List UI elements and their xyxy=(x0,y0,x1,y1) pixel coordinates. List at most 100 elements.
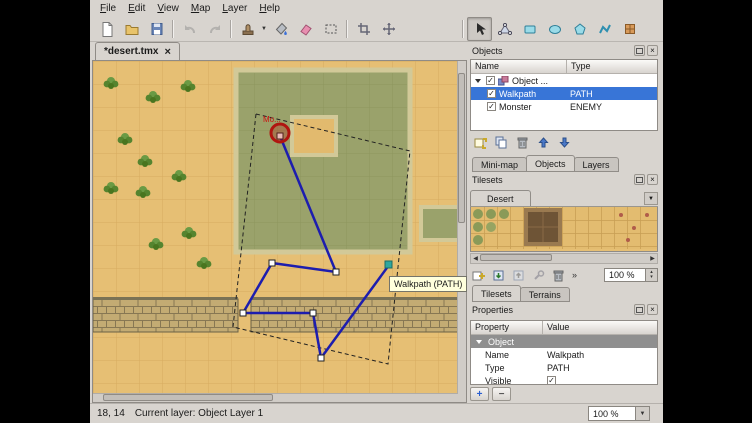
horizontal-scroll-thumb[interactable] xyxy=(103,394,273,401)
objects-dock-header: Objects × xyxy=(470,44,658,57)
open-file-button[interactable] xyxy=(119,17,144,41)
column-header-type[interactable]: Type xyxy=(567,60,657,74)
menu-help[interactable]: Help xyxy=(253,2,286,15)
scroll-right-arrow[interactable]: ▶ xyxy=(648,255,657,262)
undo-button[interactable] xyxy=(177,17,202,41)
properties-dock-title: Properties xyxy=(470,305,632,315)
export-tileset-button[interactable] xyxy=(510,268,527,283)
tileset-scrollbar[interactable]: ◀ ▶ xyxy=(470,253,658,264)
expander-icon[interactable] xyxy=(475,79,481,83)
offset-map-button[interactable] xyxy=(376,17,401,41)
property-group-object[interactable]: Object xyxy=(471,335,657,348)
property-row-name[interactable]: Name Walkpath xyxy=(471,348,657,361)
tileset-image[interactable] xyxy=(471,207,657,249)
map-editor-pane: *desert.tmx × xyxy=(90,41,467,403)
import-tileset-button[interactable] xyxy=(490,268,507,283)
stamp-brush-button[interactable] xyxy=(235,17,260,41)
tab-objects[interactable]: Objects xyxy=(526,155,575,172)
tab-terrains[interactable]: Terrains xyxy=(520,287,570,302)
new-map-button[interactable] xyxy=(94,17,119,41)
layer-visible-checkbox[interactable] xyxy=(486,76,495,85)
object-layer-row[interactable]: Object ... xyxy=(471,74,657,87)
monster-object-row[interactable]: Monster ENEMY xyxy=(471,100,657,113)
add-property-button[interactable]: + xyxy=(470,387,489,401)
float-dock-button[interactable] xyxy=(634,304,645,315)
float-dock-button[interactable] xyxy=(634,174,645,185)
properties-actions: + − xyxy=(470,385,658,403)
add-object-layer-button[interactable] xyxy=(472,135,489,150)
document-tab-desert[interactable]: *desert.tmx × xyxy=(95,42,180,60)
zoom-dropdown-arrow[interactable]: ▼ xyxy=(635,407,649,420)
rectangular-select-button[interactable] xyxy=(318,17,343,41)
tileset-zoom-combobox[interactable]: 100 % ▴▾ xyxy=(604,268,658,282)
edit-polygons-button[interactable] xyxy=(492,17,517,41)
spin-down-icon[interactable]: ▾ xyxy=(650,275,653,280)
zoom-spinner[interactable]: ▴▾ xyxy=(645,269,657,281)
tab-mini-map[interactable]: Mini-map xyxy=(472,157,527,172)
float-dock-button[interactable] xyxy=(634,45,645,56)
tab-tilesets[interactable]: Tilesets xyxy=(472,285,521,302)
tileset-dropdown-arrow[interactable]: ▼ xyxy=(644,192,658,205)
raise-object-button[interactable] xyxy=(535,135,552,150)
bucket-fill-button[interactable] xyxy=(268,17,293,41)
map-canvas-viewport[interactable]: Mo... xyxy=(92,60,467,403)
close-dock-button[interactable]: × xyxy=(647,304,658,315)
toolbar-overflow-button[interactable]: » xyxy=(570,270,579,280)
expander-icon[interactable] xyxy=(476,340,482,344)
insert-rectangle-button[interactable] xyxy=(517,17,542,41)
column-header-name[interactable]: Name xyxy=(471,60,567,74)
remove-property-button[interactable]: − xyxy=(492,387,511,401)
crop-button[interactable] xyxy=(351,17,376,41)
remove-object-button[interactable] xyxy=(514,135,531,150)
tab-layers[interactable]: Layers xyxy=(574,157,619,172)
monster-marker[interactable] xyxy=(271,124,289,142)
insert-polyline-button[interactable] xyxy=(592,17,617,41)
insert-polygon-button[interactable] xyxy=(567,17,592,41)
scroll-left-arrow[interactable]: ◀ xyxy=(471,255,480,262)
column-header-value[interactable]: Value xyxy=(543,321,657,335)
zoom-combobox[interactable]: 100 % ▼ xyxy=(588,406,650,421)
tileset-properties-button[interactable] xyxy=(530,268,547,283)
walkpath-object-row[interactable]: Walkpath PATH xyxy=(471,87,657,100)
walkpath-visible-checkbox[interactable] xyxy=(487,89,496,98)
lower-object-button[interactable] xyxy=(556,135,573,150)
monster-object-type: ENEMY xyxy=(567,102,657,112)
close-dock-button[interactable]: × xyxy=(647,45,658,56)
eraser-button[interactable] xyxy=(293,17,318,41)
tab-close-icon[interactable]: × xyxy=(164,47,170,57)
menu-view[interactable]: View xyxy=(151,2,185,15)
duplicate-objects-button[interactable] xyxy=(493,135,510,150)
properties-table: Property Value Object Name Walkpath Type… xyxy=(470,320,658,385)
property-name-label: Name xyxy=(471,350,543,360)
visible-checkbox[interactable] xyxy=(547,376,556,385)
selected-node[interactable] xyxy=(385,261,392,268)
tileset-zoom-value: 100 % xyxy=(605,270,645,280)
remove-tileset-button[interactable] xyxy=(550,268,567,283)
monster-visible-checkbox[interactable] xyxy=(487,102,496,111)
insert-tile-button[interactable] xyxy=(617,17,642,41)
save-file-button[interactable] xyxy=(144,17,169,41)
property-row-visible[interactable]: Visible xyxy=(471,374,657,385)
insert-ellipse-button[interactable] xyxy=(542,17,567,41)
tileset-view[interactable] xyxy=(470,207,658,252)
column-header-property[interactable]: Property xyxy=(471,321,543,335)
property-name-value[interactable]: Walkpath xyxy=(543,350,657,360)
save-icon xyxy=(149,21,165,37)
menu-file[interactable]: File xyxy=(94,2,122,15)
menu-edit[interactable]: Edit xyxy=(122,2,151,15)
tileset-scroll-thumb[interactable] xyxy=(480,254,552,261)
close-dock-button[interactable]: × xyxy=(647,174,658,185)
vertical-scroll-thumb[interactable] xyxy=(458,73,465,223)
property-type-value[interactable]: PATH xyxy=(543,363,657,373)
menu-layer[interactable]: Layer xyxy=(216,2,253,15)
redo-button[interactable] xyxy=(202,17,227,41)
map-horizontal-scrollbar[interactable] xyxy=(93,393,458,402)
menu-map[interactable]: Map xyxy=(185,2,216,15)
property-row-type[interactable]: Type PATH xyxy=(471,361,657,374)
map-vertical-scrollbar[interactable] xyxy=(457,61,466,394)
new-tileset-button[interactable] xyxy=(470,268,487,283)
select-objects-button[interactable] xyxy=(467,17,492,41)
tileset-tab-desert[interactable]: Desert xyxy=(470,190,531,206)
stamp-dropdown-arrow[interactable]: ▼ xyxy=(260,26,268,32)
map-canvas[interactable]: Mo... xyxy=(93,61,459,394)
